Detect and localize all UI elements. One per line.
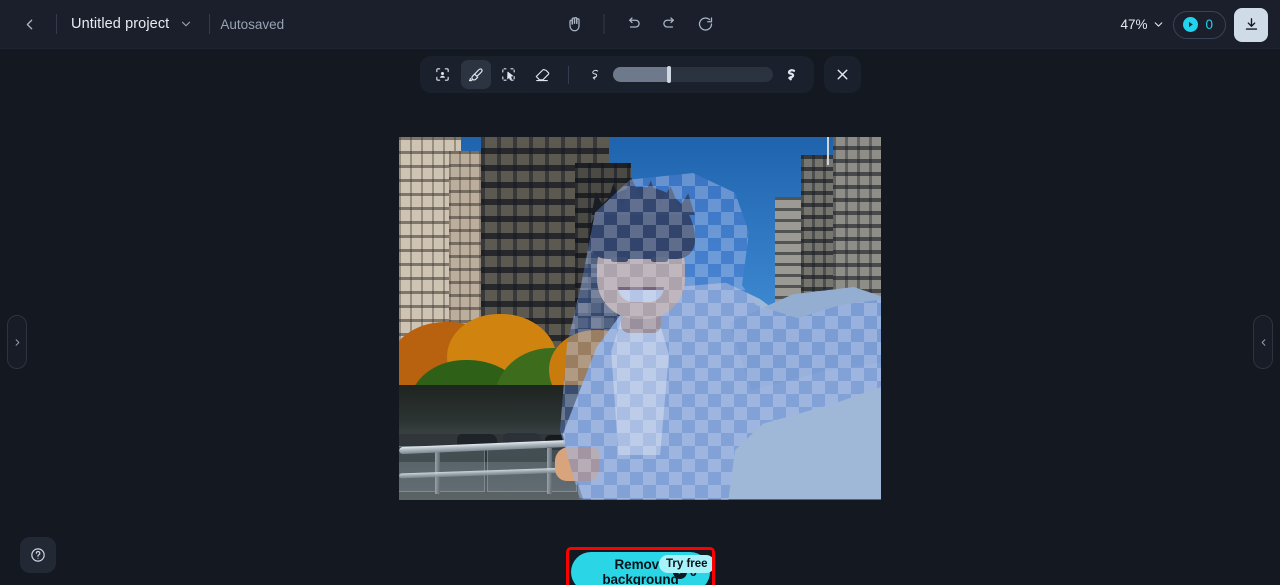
chevron-left-icon [26,19,32,29]
left-panel-toggle[interactable] [7,315,27,369]
chevron-down-icon [182,21,191,27]
header-divider-1 [56,14,57,34]
remove-background-button[interactable]: Remove background 0 Try free [571,552,715,585]
header-divider-2 [209,14,211,34]
credits-count: 0 [1205,17,1213,32]
project-title[interactable]: Untitled project [67,16,173,32]
credits-badge[interactable]: 0 [1173,10,1226,39]
download-icon [1245,18,1257,30]
edited-image[interactable] [399,137,881,500]
chevron-down-icon [1155,22,1163,27]
remove-background-cta[interactable]: Remove background 0 Try free [566,547,715,585]
question-mark-icon [31,548,45,562]
image-editor-app: Untitled project Autosaved 47% 0 Remove … [0,0,1280,585]
redo-icon [663,17,674,28]
chevron-right-icon [15,338,19,346]
header-left-group: Untitled project Autosaved [0,7,284,41]
pan-tool-button[interactable] [558,7,592,41]
zoom-level-label: 47% [1120,17,1148,32]
try-free-badge[interactable]: Try free [659,555,715,573]
remove-background-label-line2: background [602,572,679,585]
header-right-group: 47% 0 [1120,0,1268,49]
canvas-area[interactable]: Remove background 0 Try free [0,49,1280,585]
back-button[interactable] [12,7,46,41]
credit-coin-icon [1183,17,1199,32]
app-header: Untitled project Autosaved 47% 0 [0,0,1280,49]
project-menu-button[interactable] [173,11,199,37]
undo-icon [629,17,640,28]
chevron-left-icon [1261,338,1265,346]
right-panel-toggle[interactable] [1253,315,1273,369]
autosaved-status: Autosaved [220,16,285,32]
hand-icon [569,16,580,32]
download-button[interactable] [1234,7,1268,42]
reset-button[interactable] [689,7,723,41]
help-button[interactable] [20,537,56,573]
header-center-tools [558,7,723,41]
reset-icon [698,17,713,31]
undo-button[interactable] [617,7,651,41]
subject-person [399,137,881,500]
redo-button[interactable] [653,7,687,41]
zoom-control[interactable]: 47% [1120,17,1165,32]
header-divider-3 [603,14,605,34]
